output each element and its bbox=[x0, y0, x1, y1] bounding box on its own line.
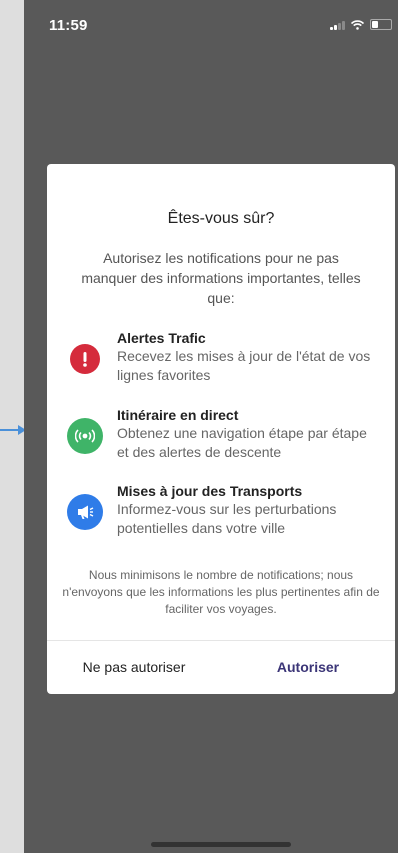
dialog-title: Êtes-vous sûr? bbox=[167, 210, 275, 227]
megaphone-icon bbox=[67, 494, 103, 530]
annotation-arrow bbox=[0, 425, 26, 435]
feature-title: Mises à jour des Transports bbox=[117, 483, 303, 499]
feature-title: Itinéraire en direct bbox=[117, 407, 239, 423]
dialog-footnote: Nous minimisons le nombre de notificatio… bbox=[62, 568, 380, 616]
feature-title: Alertes Trafic bbox=[117, 330, 206, 346]
live-broadcast-icon bbox=[67, 418, 103, 454]
allow-button[interactable]: Autoriser bbox=[221, 640, 395, 694]
feature-description: Recevez les mises à jour de l'état de vo… bbox=[117, 348, 371, 383]
status-icons bbox=[330, 19, 392, 30]
phone-screen: 11:59 Êtes-vous sûr? Autorisez les notif… bbox=[24, 0, 398, 853]
battery-icon bbox=[370, 19, 392, 30]
home-indicator[interactable] bbox=[151, 842, 291, 847]
dialog-intro: Autorisez les notifications pour ne pas … bbox=[81, 250, 361, 306]
feature-description: Obtenez une navigation étape par étape e… bbox=[117, 425, 367, 460]
status-bar: 11:59 bbox=[24, 0, 398, 50]
signal-icon bbox=[330, 20, 345, 30]
wifi-icon bbox=[351, 19, 364, 30]
exclamation-icon bbox=[70, 344, 100, 374]
notification-permission-dialog: Êtes-vous sûr? Autorisez les notificatio… bbox=[47, 164, 395, 694]
deny-button[interactable]: Ne pas autoriser bbox=[47, 640, 221, 694]
feature-description: Informez-vous sur les perturbations pote… bbox=[117, 501, 337, 536]
status-time: 11:59 bbox=[49, 17, 88, 34]
